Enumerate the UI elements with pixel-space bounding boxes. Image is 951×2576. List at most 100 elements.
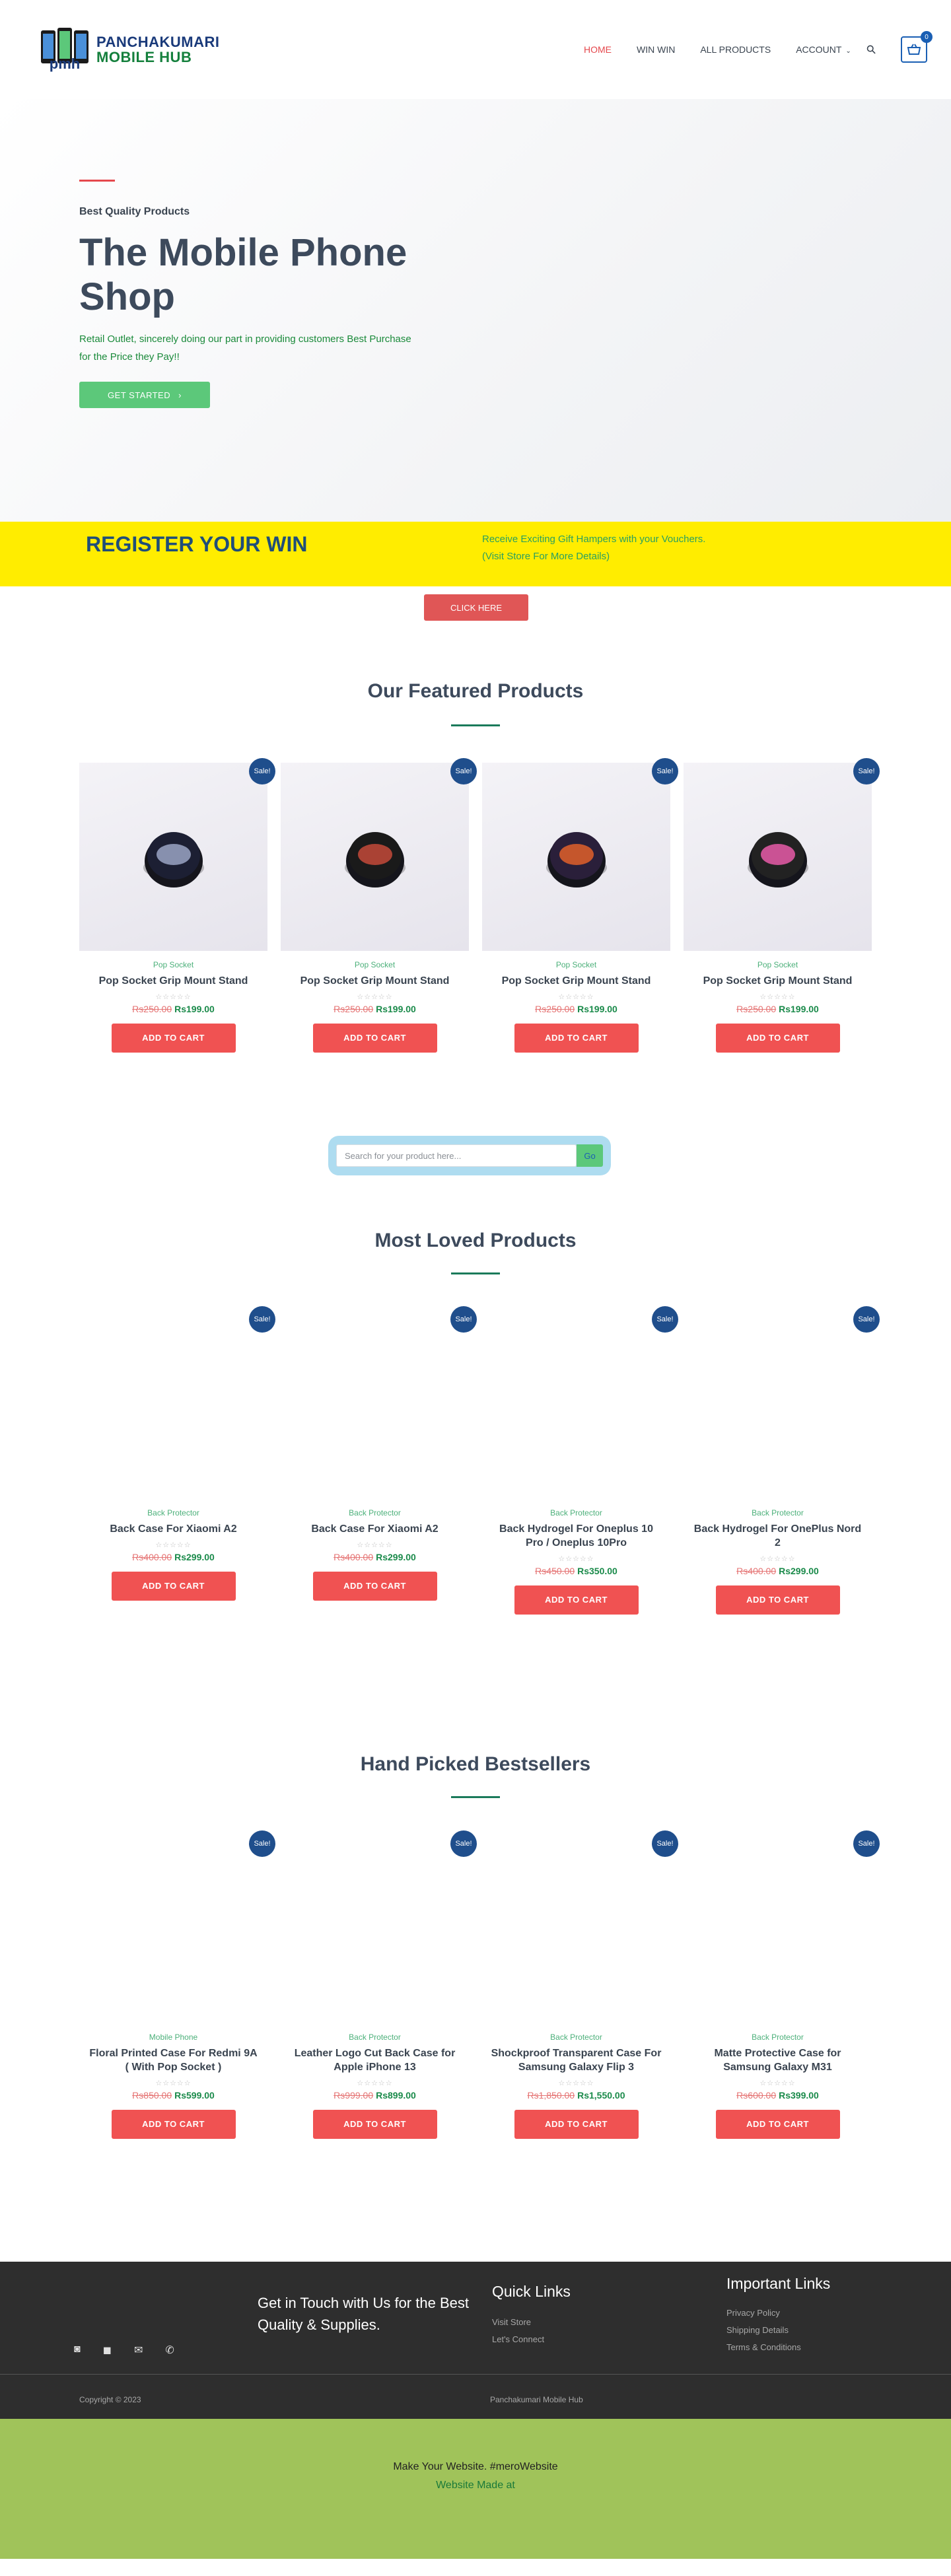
product-image[interactable] [79, 1311, 267, 1499]
product-name[interactable]: Floral Printed Case For Redmi 9A ( With … [88, 2047, 260, 2075]
quick-links-title: Quick Links [492, 2283, 571, 2300]
product-search-box: Search for your product here... Go [328, 1136, 611, 1175]
facebook-icon[interactable]: ◼ [103, 2344, 112, 2357]
link-privacy[interactable]: Privacy Policy [726, 2308, 780, 2318]
price-old: Rs250.00 [132, 1003, 172, 1014]
add-to-cart-button[interactable]: ADD TO CART [514, 2109, 639, 2139]
add-to-cart-button[interactable]: ADD TO CART [111, 2109, 236, 2139]
product-card[interactable]: Sale! Pop Socket Pop Socket Grip Mount Sta… [79, 758, 275, 1053]
product-card[interactable]: Sale! Back Protector Back Case For Xiaomi … [281, 1306, 477, 1615]
product-name[interactable]: Matte Protective Case for Samsung Galaxy… [692, 2047, 864, 2075]
rating-stars: ☆☆☆☆☆ [357, 992, 393, 1001]
nav-win-win[interactable]: WIN WIN [637, 44, 675, 55]
product-image[interactable] [281, 763, 469, 951]
link-lets-connect[interactable]: Let's Connect [492, 2334, 544, 2344]
product-image[interactable] [79, 763, 267, 951]
site-logo[interactable]: pmh PANCHAKUMARI MOBILE HUB [40, 26, 219, 73]
nav-account-label: ACCOUNT [796, 44, 842, 55]
nav-account[interactable]: ACCOUNT ⌄ [796, 44, 851, 55]
add-to-cart-button[interactable]: ADD TO CART [312, 2109, 437, 2139]
nav-home[interactable]: HOME [584, 44, 612, 55]
add-to-cart-button[interactable]: ADD TO CART [715, 1585, 840, 1615]
product-category[interactable]: Back Protector [752, 1508, 804, 1517]
search-icon[interactable]: ⚲ [863, 42, 879, 57]
product-card[interactable]: Sale! Back Protector Shockproof Transparen… [482, 1830, 678, 2139]
price-old: Rs999.00 [334, 2089, 374, 2101]
product-image[interactable] [684, 1311, 872, 1499]
product-category[interactable]: Mobile Phone [149, 2033, 197, 2042]
product-name[interactable]: Back Case For Xiaomi A2 [289, 1523, 461, 1537]
product-name[interactable]: Back Hydrogel For OnePlus Nord 2 [692, 1523, 864, 1550]
rating-stars: ☆☆☆☆☆ [558, 992, 594, 1001]
add-to-cart-button[interactable]: ADD TO CART [111, 1571, 236, 1601]
mail-icon[interactable]: ✉ [134, 2344, 143, 2357]
product-card[interactable]: Sale! Back Protector Leather Logo Cut Back… [281, 1830, 477, 2139]
featured-grid: Sale! Pop Socket Pop Socket Grip Mount Sta… [79, 758, 880, 1053]
site-footer: Get in Touch with Us for the Best Qualit… [0, 2262, 951, 2419]
product-image[interactable] [281, 1835, 469, 2023]
product-category[interactable]: Back Protector [349, 2033, 401, 2042]
bestsellers-title: Hand Picked Bestsellers [360, 1753, 591, 1775]
hero-eyebrow: Best Quality Products [79, 206, 190, 217]
product-card[interactable]: Sale! Pop Socket Pop Socket Grip Mount Sta… [684, 758, 880, 1053]
product-card[interactable]: Sale! Pop Socket Pop Socket Grip Mount Sta… [281, 758, 477, 1053]
product-category[interactable]: Pop Socket [556, 960, 596, 969]
sale-badge: Sale! [450, 758, 477, 784]
product-name[interactable]: Pop Socket Grip Mount Stand [289, 975, 461, 989]
product-image[interactable] [684, 1835, 872, 2023]
product-name[interactable]: Pop Socket Grip Mount Stand [88, 975, 260, 989]
add-to-cart-button[interactable]: ADD TO CART [514, 1023, 639, 1053]
add-to-cart-button[interactable]: ADD TO CART [312, 1023, 437, 1053]
product-name[interactable]: Shockproof Transparent Case For Samsung … [491, 2047, 662, 2075]
search-input[interactable]: Search for your product here... [336, 1144, 577, 1167]
link-visit-store[interactable]: Visit Store [492, 2317, 531, 2327]
product-name[interactable]: Leather Logo Cut Back Case for Apple iPh… [289, 2047, 461, 2075]
logo-line-1: PANCHAKUMARI [96, 33, 220, 50]
product-name[interactable]: Back Hydrogel For Oneplus 10 Pro / Onepl… [491, 1523, 662, 1550]
add-to-cart-button[interactable]: ADD TO CART [715, 2109, 840, 2139]
product-image[interactable] [482, 763, 670, 951]
price-old: Rs250.00 [334, 1003, 374, 1014]
product-image[interactable] [684, 763, 872, 951]
product-category[interactable]: Back Protector [550, 2033, 602, 2042]
product-category[interactable]: Pop Socket [153, 960, 194, 969]
credit-line-2[interactable]: Website Made at [0, 2480, 951, 2491]
product-name[interactable]: Pop Socket Grip Mount Stand [692, 975, 864, 989]
sale-badge: Sale! [853, 1306, 880, 1333]
add-to-cart-button[interactable]: ADD TO CART [111, 1023, 236, 1053]
product-category[interactable]: Pop Socket [355, 960, 395, 969]
product-name[interactable]: Pop Socket Grip Mount Stand [491, 975, 662, 989]
link-terms[interactable]: Terms & Conditions [726, 2342, 801, 2352]
product-card[interactable]: Sale! Pop Socket Pop Socket Grip Mount Sta… [482, 758, 678, 1053]
product-name[interactable]: Back Case For Xiaomi A2 [88, 1523, 260, 1537]
search-go-button[interactable]: Go [577, 1144, 603, 1167]
product-image[interactable] [482, 1311, 670, 1499]
bestsellers-rule [451, 1796, 500, 1798]
nav-all-products[interactable]: ALL PRODUCTS [700, 44, 771, 55]
cart-button[interactable]: 0 [901, 31, 933, 63]
product-image[interactable] [79, 1835, 267, 2023]
product-category[interactable]: Pop Socket [757, 960, 798, 969]
link-shipping[interactable]: Shipping Details [726, 2325, 789, 2335]
product-card[interactable]: Sale! Mobile Phone Floral Printed Case For… [79, 1830, 275, 2139]
product-category[interactable]: Back Protector [752, 2033, 804, 2042]
product-category[interactable]: Back Protector [550, 1508, 602, 1517]
add-to-cart-button[interactable]: ADD TO CART [312, 1571, 437, 1601]
click-here-button[interactable]: CLICK HERE [424, 594, 528, 621]
product-image[interactable] [482, 1835, 670, 2023]
product-image[interactable] [281, 1311, 469, 1499]
product-card[interactable]: Sale! Back Protector Back Hydrogel For One… [482, 1306, 678, 1615]
product-card[interactable]: Sale! Back Protector Back Case For Xiaomi … [79, 1306, 275, 1615]
instagram-icon[interactable]: ◙ [74, 2344, 81, 2357]
get-started-button[interactable]: GET STARTED › [79, 382, 210, 408]
price-old: Rs250.00 [535, 1003, 575, 1014]
add-to-cart-button[interactable]: ADD TO CART [514, 1585, 639, 1615]
product-card[interactable]: Sale! Back Protector Matte Protective Case… [684, 1830, 880, 2139]
product-category[interactable]: Back Protector [349, 1508, 401, 1517]
product-card[interactable]: Sale! Back Protector Back Hydrogel For One… [684, 1306, 880, 1615]
phone-icon[interactable]: ✆ [165, 2344, 174, 2357]
important-links-title: Important Links [726, 2275, 831, 2292]
add-to-cart-button[interactable]: ADD TO CART [715, 1023, 840, 1053]
loved-grid: Sale! Back Protector Back Case For Xiaomi … [79, 1306, 880, 1615]
product-category[interactable]: Back Protector [147, 1508, 199, 1517]
